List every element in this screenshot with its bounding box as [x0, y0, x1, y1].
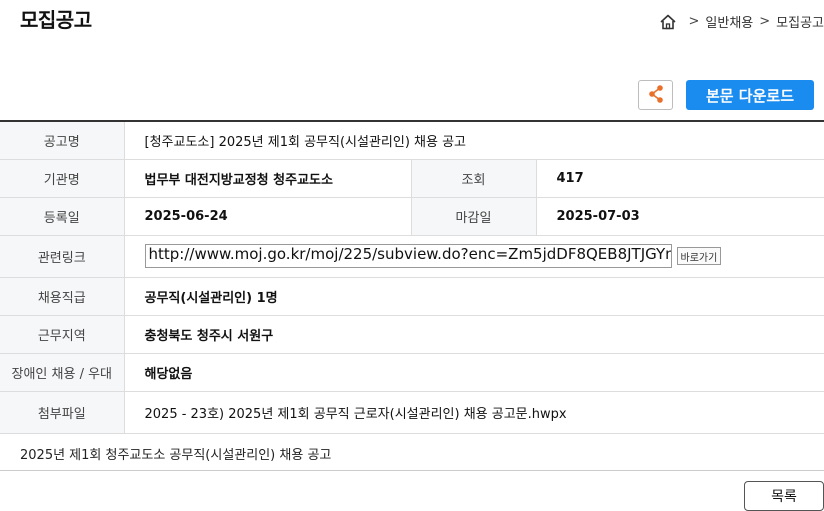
breadcrumb-item-general-recruitment[interactable]: 일반채용	[705, 12, 753, 31]
organization-label: 기관명	[0, 159, 125, 198]
related-link-group: http://www.moj.go.kr/moj/225/subview.do?…	[144, 244, 824, 268]
deadline-value: 2025-07-03	[536, 197, 824, 236]
breadcrumb-separator: >	[759, 14, 771, 29]
work-region-value: 충청북도 청주시 서원구	[124, 315, 824, 354]
posting-body-text: 2025년 제1회 청주교도소 공무직(시설관리인) 채용 공고	[20, 448, 332, 463]
breadcrumb: > 일반채용 > 모집공고	[659, 12, 824, 31]
home-icon[interactable]	[659, 13, 677, 31]
attachment-file-link[interactable]: 2025 - 23호) 2025년 제1회 공무직 근로자(시설관리인) 채용 …	[124, 391, 824, 434]
posting-name-value: [청주교도소] 2025년 제1회 공무직(시설관리인) 채용 공고	[124, 121, 824, 160]
disabled-hiring-value: 해당없음	[124, 353, 824, 392]
table-row: 근무지역 충청북도 청주시 서원구	[0, 315, 824, 354]
table-row: 등록일 2025-06-24 마감일 2025-07-03	[0, 197, 824, 236]
job-grade-label: 채용직급	[0, 277, 125, 316]
views-label: 조회	[410, 159, 537, 198]
posting-name-label: 공고명	[0, 121, 125, 160]
table-row: 관련링크 http://www.moj.go.kr/moj/225/subvie…	[0, 235, 824, 278]
list-button[interactable]: 목록	[744, 481, 824, 511]
registration-date-label: 등록일	[0, 197, 125, 236]
views-value: 417	[536, 159, 824, 198]
breadcrumb-item-job-posting[interactable]: 모집공고	[776, 12, 824, 31]
table-row: 공고명 [청주교도소] 2025년 제1회 공무직(시설관리인) 채용 공고	[0, 121, 824, 160]
disabled-hiring-label: 장애인 채용 / 우대	[0, 353, 125, 392]
page-title: 모집공고	[20, 8, 92, 32]
attachment-label: 첨부파일	[0, 391, 125, 434]
organization-value: 법무부 대전지방교정청 청주교도소	[124, 159, 411, 198]
download-body-button[interactable]: 본문 다운로드	[686, 80, 814, 110]
share-icon	[647, 84, 665, 107]
table-row: 기관명 법무부 대전지방교정청 청주교도소 조회 417	[0, 159, 824, 198]
table-row: 첨부파일 2025 - 23호) 2025년 제1회 공무직 근로자(시설관리인…	[0, 391, 824, 434]
posting-info-table: 공고명 [청주교도소] 2025년 제1회 공무직(시설관리인) 채용 공고 기…	[0, 120, 824, 434]
related-link-field[interactable]: http://www.moj.go.kr/moj/225/subview.do?…	[144, 244, 672, 268]
related-link-label: 관련링크	[0, 235, 125, 278]
deadline-label: 마감일	[410, 197, 537, 236]
divider	[0, 470, 824, 471]
job-grade-value: 공무직(시설관리인) 1명	[124, 277, 824, 316]
table-row: 장애인 채용 / 우대 해당없음	[0, 353, 824, 392]
share-button[interactable]	[638, 80, 673, 110]
work-region-label: 근무지역	[0, 315, 125, 354]
goto-link-button[interactable]: 바로가기	[676, 247, 722, 265]
table-row: 채용직급 공무직(시설관리인) 1명	[0, 277, 824, 316]
registration-date-value: 2025-06-24	[124, 197, 411, 236]
breadcrumb-separator: >	[688, 14, 700, 29]
